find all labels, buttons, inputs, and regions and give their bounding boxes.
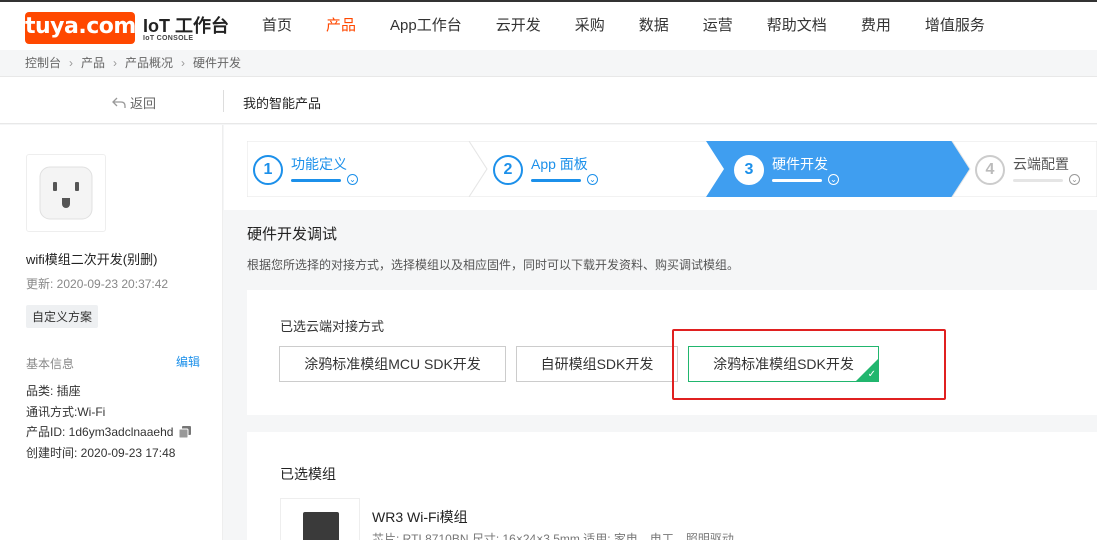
chevron-right-icon: ›: [69, 55, 74, 70]
section-title: 硬件开发调试: [247, 226, 338, 243]
chevron-down-icon[interactable]: ⌄: [587, 174, 598, 185]
info-protocol: 通讯方式:Wi-Fi: [26, 405, 106, 419]
main-content: 1 功能定义 ⌄ 2 App 面板 ⌄ 3 硬件开发 ⌄ 4 云端配置 ⌄ 硬件…: [224, 125, 1097, 540]
tuya-logo[interactable]: tuya.com: [25, 12, 136, 44]
steps-panel: 1 功能定义 ⌄ 2 App 面板 ⌄ 3 硬件开发 ⌄ 4 云端配置 ⌄: [224, 125, 1097, 210]
nav-item-value-added[interactable]: 增值服务: [925, 2, 985, 50]
nav-item-home[interactable]: 首页: [262, 2, 292, 50]
step-function-definition[interactable]: 1 功能定义 ⌄: [247, 141, 469, 197]
step-number: 4: [975, 155, 1005, 185]
info-category: 品类: 插座: [26, 384, 81, 398]
product-name: wifi模组二次开发(别删): [26, 252, 158, 267]
nav-item-data[interactable]: 数据: [639, 2, 669, 50]
nav-item-app-workbench[interactable]: App工作台: [390, 2, 462, 50]
chevron-down-icon[interactable]: ⌄: [828, 174, 839, 185]
step-label: 硬件开发: [772, 156, 828, 172]
check-icon: ✓: [867, 369, 876, 380]
nav-item-help-docs[interactable]: 帮助文档: [767, 2, 827, 50]
back-label: 返回: [130, 96, 157, 111]
breadcrumb-console[interactable]: 控制台: [25, 54, 61, 71]
info-created: 创建时间: 2020-09-23 17:48: [26, 446, 176, 460]
nav-item-billing[interactable]: 费用: [861, 2, 891, 50]
step-cloud-config[interactable]: 4 云端配置 ⌄: [969, 141, 1097, 197]
chevron-right-icon: ›: [181, 55, 186, 70]
breadcrumb-hardware: 硬件开发: [193, 56, 242, 70]
section-description: 根据您所选择的对接方式，选择模组以及相应固件，同时可以下载开发资料、购买调试模组…: [247, 258, 740, 272]
step-label: 功能定义: [291, 156, 347, 172]
breadcrumb-product[interactable]: 产品: [81, 54, 105, 71]
step-progress-bar: [291, 179, 341, 182]
page-title: 我的智能产品: [243, 96, 322, 111]
option-standard-sdk-label: 涂鸦标准模组SDK开发: [713, 356, 854, 372]
progress-steps: 1 功能定义 ⌄ 2 App 面板 ⌄ 3 硬件开发 ⌄ 4 云端配置 ⌄: [247, 141, 1097, 197]
product-id-text: 产品ID: 1d6ym3adclnaaehd: [26, 425, 174, 439]
top-navbar: tuya.com IoT 工作台 IoT CONSOLE 首页 产品 App工作…: [0, 0, 1097, 50]
chevron-down-icon[interactable]: ⌄: [347, 174, 358, 185]
copy-icon[interactable]: [179, 425, 192, 438]
step-number: 2: [493, 155, 523, 185]
selected-module-title: 已选模组: [280, 466, 336, 482]
product-image: [26, 154, 106, 232]
step-number: 3: [734, 155, 764, 185]
step-hardware-dev[interactable]: 3 硬件开发 ⌄: [728, 141, 958, 197]
back-button[interactable]: 返回: [112, 93, 156, 112]
chevron-down-icon[interactable]: ⌄: [1069, 174, 1080, 185]
chevron-right-icon: ›: [113, 55, 118, 70]
option-mcu-sdk-button[interactable]: 涂鸦标准模组MCU SDK开发: [279, 346, 506, 382]
option-custom-sdk-button[interactable]: 自研模组SDK开发: [516, 346, 678, 382]
nav-item-purchase[interactable]: 采购: [575, 2, 605, 50]
module-image: [280, 498, 360, 540]
module-chip-icon: [303, 512, 339, 540]
solution-tag: 自定义方案: [26, 305, 99, 328]
divider: [223, 90, 224, 112]
edit-link[interactable]: 编辑: [176, 353, 200, 370]
breadcrumb: 控制台 › 产品 › 产品概况 › 硬件开发: [25, 54, 241, 71]
step-progress-bar: [531, 179, 581, 182]
nav-item-operations[interactable]: 运营: [703, 2, 733, 50]
step-number: 1: [253, 155, 283, 185]
main-nav: 首页 产品 App工作台 云开发 采购 数据 运营 帮助文档 费用 增值服务: [262, 2, 1019, 50]
nav-item-products[interactable]: 产品: [326, 2, 356, 50]
module-spec: 芯片: RTL8710BN 尺寸: 16×24×3.5mm 适用: 家电、电工、…: [372, 532, 734, 540]
back-arrow-icon: [112, 97, 126, 108]
product-updated: 更新: 2020-09-23 20:37:42: [26, 277, 169, 291]
step-progress-bar: [1013, 179, 1063, 182]
step-label: 云端配置: [1013, 156, 1069, 172]
sub-header: 返回 我的智能产品: [0, 76, 1097, 124]
cloud-method-card: 已选云端对接方式 涂鸦标准模组MCU SDK开发 自研模组SDK开发 涂鸦标准模…: [247, 290, 1097, 415]
basic-info-label: 基本信息: [26, 357, 75, 371]
socket-icon: [39, 166, 93, 220]
console-subtitle: IoT CONSOLE: [143, 35, 194, 42]
cloud-method-title: 已选云端对接方式: [280, 319, 385, 334]
step-progress-bar: [772, 179, 822, 182]
option-standard-sdk-button[interactable]: 涂鸦标准模组SDK开发 ✓: [688, 346, 879, 382]
module-name[interactable]: WR3 Wi-Fi模组: [372, 507, 468, 527]
info-product-id: 产品ID: 1d6ym3adclnaaehd: [26, 423, 192, 440]
selected-module-card: 已选模组 WR3 Wi-Fi模组 芯片: RTL8710BN 尺寸: 16×24…: [247, 432, 1097, 540]
product-sidebar: wifi模组二次开发(别删) 更新: 2020-09-23 20:37:42 自…: [0, 125, 223, 540]
breadcrumb-overview[interactable]: 产品概况: [125, 54, 173, 71]
step-label: App 面板: [531, 156, 588, 172]
step-app-panel[interactable]: 2 App 面板 ⌄: [487, 141, 709, 197]
nav-item-cloud-dev[interactable]: 云开发: [496, 2, 541, 50]
